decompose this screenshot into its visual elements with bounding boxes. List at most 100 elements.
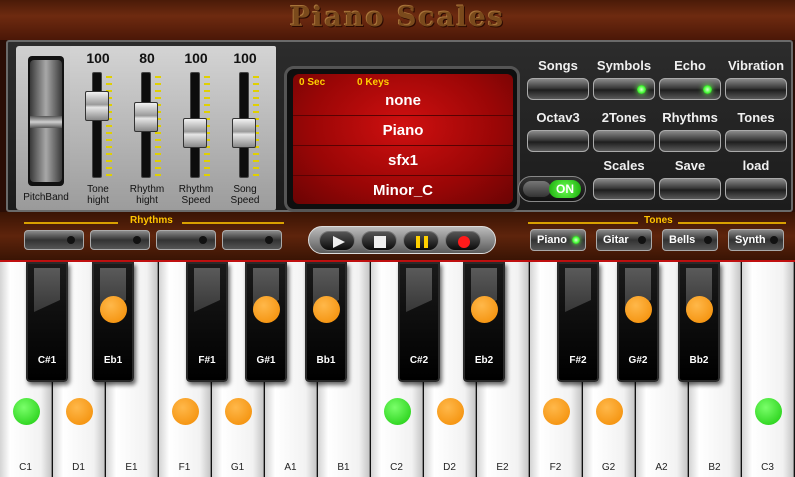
tones-group-line xyxy=(678,222,786,224)
indicator-icon xyxy=(133,236,141,244)
tone-bells-button[interactable]: Bells xyxy=(662,229,718,251)
on-toggle[interactable]: ON xyxy=(518,176,586,202)
slider-label: Rhythm Speed xyxy=(178,184,214,206)
slider-thumb[interactable] xyxy=(85,91,109,121)
tones-label: Tones xyxy=(737,110,775,125)
load-label: load xyxy=(742,158,770,173)
indicator-icon xyxy=(199,236,207,244)
rhythm-slot-button[interactable] xyxy=(222,230,282,250)
save-label: Save xyxy=(674,158,706,173)
vibration-button[interactable] xyxy=(725,78,787,100)
rhythm-slot-button[interactable] xyxy=(90,230,150,250)
black-key-label: F#1 xyxy=(198,355,216,366)
indicator-icon xyxy=(704,236,712,244)
piano-keyboard: C1 D1 E1 F1 G1 A1 B1 C2 D2 E2 F2 G2 A2 B2 C3 C#1 Eb1 F#1 G… xyxy=(0,260,795,477)
songs-label: Songs xyxy=(538,58,578,73)
white-key-label: G1 xyxy=(230,462,245,473)
black-key[interactable]: G#1 xyxy=(245,262,287,382)
octav3-label: Octav3 xyxy=(536,110,580,125)
white-key-label: D1 xyxy=(72,462,85,473)
tone-synth-button[interactable]: Synth xyxy=(728,229,784,251)
play-button[interactable] xyxy=(319,231,355,251)
slider-label: Song Speed xyxy=(230,184,260,206)
white-key-label: C3 xyxy=(761,462,774,473)
white-key-label: F2 xyxy=(549,462,562,473)
scales-label: Scales xyxy=(603,158,645,173)
stop-button[interactable] xyxy=(361,231,397,251)
white-key-label: G2 xyxy=(601,462,616,473)
white-key-label: A1 xyxy=(284,462,297,473)
slider-thumb[interactable] xyxy=(183,117,207,148)
black-key-label: G#1 xyxy=(256,355,276,366)
black-key[interactable]: C#2 xyxy=(398,262,440,382)
rhythms-label: Rhythms xyxy=(662,110,718,125)
tone-label: Bells xyxy=(669,234,696,246)
record-button[interactable] xyxy=(445,231,481,251)
scale-note-marker xyxy=(471,296,498,323)
black-key[interactable]: C#1 xyxy=(26,262,68,382)
tones-button[interactable] xyxy=(725,130,787,152)
pitchband-wheel[interactable] xyxy=(30,60,62,182)
rhythms-group-line xyxy=(182,222,284,224)
slider-track[interactable] xyxy=(92,72,102,178)
echo-button[interactable] xyxy=(659,78,721,100)
indicator-icon xyxy=(770,236,778,244)
key-shine xyxy=(565,268,591,312)
scale-note-marker xyxy=(596,398,623,425)
rhythms-button[interactable] xyxy=(659,130,721,152)
key-shine xyxy=(194,268,220,312)
scale-note-marker xyxy=(755,398,782,425)
rhythm-slot-button[interactable] xyxy=(156,230,216,250)
stop-icon xyxy=(374,236,386,248)
header-bar: Piano Scales xyxy=(0,0,795,40)
symbols-button[interactable] xyxy=(593,78,655,100)
save-button[interactable] xyxy=(659,178,721,200)
black-key[interactable]: F#1 xyxy=(186,262,228,382)
black-key[interactable]: Eb2 xyxy=(463,262,505,382)
black-key[interactable]: Eb1 xyxy=(92,262,134,382)
scale-note-marker xyxy=(543,398,570,425)
twotones-button[interactable] xyxy=(593,130,655,152)
white-key-label: E2 xyxy=(496,462,509,473)
white-key-label: C2 xyxy=(390,462,403,473)
pause-icon xyxy=(416,236,428,248)
pause-button[interactable] xyxy=(403,231,439,251)
black-key[interactable]: Bb2 xyxy=(678,262,720,382)
white-key[interactable]: C3 xyxy=(742,262,794,477)
led-indicator-icon xyxy=(703,85,712,94)
display-row-song: none xyxy=(293,86,513,116)
display-row-tone: Piano xyxy=(293,116,513,146)
tones-group-label: Tones xyxy=(644,215,673,226)
vibration-label: Vibration xyxy=(727,58,785,73)
black-key-label: G#2 xyxy=(628,355,648,366)
slider-value: 100 xyxy=(86,50,110,66)
load-button[interactable] xyxy=(725,178,787,200)
display-row-scale: Minor_C xyxy=(373,182,433,199)
black-key[interactable]: F#2 xyxy=(557,262,599,382)
black-key-label: Eb2 xyxy=(474,355,494,366)
black-key[interactable]: Bb1 xyxy=(305,262,347,382)
toggle-knob xyxy=(523,181,551,197)
led-indicator-icon xyxy=(637,85,646,94)
scale-note-marker xyxy=(625,296,652,323)
black-key[interactable]: G#2 xyxy=(617,262,659,382)
slider-rhythm-speed: 100 Rhythm Speed xyxy=(174,46,218,210)
scale-note-marker xyxy=(686,296,713,323)
songs-button[interactable] xyxy=(527,78,589,100)
slider-value: 80 xyxy=(139,50,155,66)
scales-button[interactable] xyxy=(593,178,655,200)
rhythm-slot-button[interactable] xyxy=(24,230,84,250)
black-key-label: Bb1 xyxy=(316,355,336,366)
display-screen: 0 Sec 0 Keys none Piano sfx1 Minor_C xyxy=(284,66,520,212)
indicator-icon xyxy=(265,236,273,244)
octav3-button[interactable] xyxy=(527,130,589,152)
tone-gitar-button[interactable]: Gitar xyxy=(596,229,652,251)
tone-piano-button[interactable]: Piano xyxy=(530,229,586,251)
slider-thumb[interactable] xyxy=(134,102,158,133)
key-shine xyxy=(34,268,60,312)
sliders-panel: 100 Tone hight 80 Rhythm hight 100 Rhyth… xyxy=(70,46,276,210)
control-panel: PitchBand 100 Tone hight 80 Rhythm hight… xyxy=(6,40,793,212)
slider-thumb[interactable] xyxy=(232,117,256,148)
black-key-label: Eb1 xyxy=(103,355,123,366)
scale-note-marker xyxy=(225,398,252,425)
